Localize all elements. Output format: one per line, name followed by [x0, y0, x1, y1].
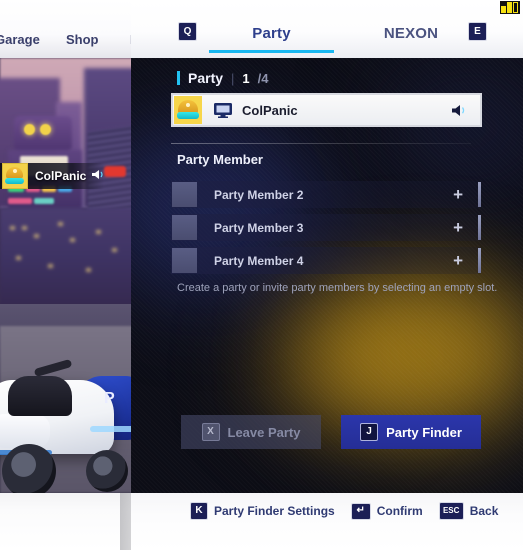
- slot-edge-marker: [478, 182, 481, 207]
- enter-key-icon: ↵: [350, 502, 371, 520]
- party-leader-row[interactable]: ColPanic: [171, 93, 482, 127]
- tab-nexon-label: NEXON: [383, 24, 439, 42]
- hotkey-back[interactable]: ESC Back: [438, 502, 499, 520]
- tab-party-label: Party: [252, 24, 291, 42]
- key-hint-e: E: [468, 22, 487, 41]
- party-slot-label: Party Member 4: [214, 253, 304, 268]
- scene-neon: [8, 198, 32, 204]
- scene-mascot-eye: [24, 124, 35, 135]
- party-hint-text: Create a party or invite party members b…: [177, 282, 498, 294]
- section-accent-bar: [177, 71, 180, 85]
- party-slot-3[interactable]: Party Member 3 +: [171, 214, 481, 241]
- kart-wheel: [2, 444, 56, 493]
- panel-tabs: Q Party NEXON E: [131, 18, 523, 58]
- party-count-total: /4: [257, 70, 269, 86]
- key-hint-x: X: [201, 423, 220, 441]
- section-title: Party: [188, 70, 224, 86]
- party-slot-4[interactable]: Party Member 4 +: [171, 247, 481, 274]
- key-hint-q: Q: [178, 22, 197, 41]
- kart-nose: [0, 414, 50, 448]
- helmet-avatar-icon: [2, 163, 28, 189]
- party-slot-label: Party Member 3: [214, 220, 304, 235]
- party-slot-2[interactable]: Party Member 2 +: [171, 181, 481, 208]
- plus-icon[interactable]: +: [453, 219, 463, 236]
- party-section-header: Party | 1/4: [177, 70, 269, 86]
- kart-decal: P: [104, 390, 115, 407]
- active-tab-underline: [209, 50, 334, 53]
- section-separator: |: [231, 70, 235, 86]
- leave-party-button[interactable]: X Leave Party: [181, 415, 321, 449]
- plus-icon[interactable]: +: [453, 186, 463, 203]
- scene-tower-light: [104, 166, 126, 177]
- hotkey-bar: K Party Finder Settings ↵ Confirm ESC Ba…: [0, 493, 523, 550]
- scene-city: [0, 208, 140, 308]
- tab-nexon[interactable]: NEXON: [351, 18, 471, 48]
- panel-button-row: X Leave Party J Party Finder: [181, 415, 481, 449]
- party-panel: Q Party NEXON E Party | 1/4 ColPanic Par…: [131, 0, 523, 550]
- slot-edge-marker: [478, 248, 481, 273]
- nav-item-shop[interactable]: Shop: [66, 32, 99, 47]
- hotkey-label: Confirm: [376, 504, 423, 518]
- key-hint-j: J: [360, 423, 379, 441]
- nav-item-garage[interactable]: Garage: [0, 32, 40, 47]
- tab-party[interactable]: Party: [209, 18, 334, 48]
- empty-avatar-placeholder: [172, 248, 197, 273]
- hotkey-label: Back: [469, 504, 499, 518]
- party-member-heading: Party Member: [177, 152, 263, 167]
- hotkey-party-finder-settings[interactable]: K Party Finder Settings: [190, 502, 335, 520]
- helmet-avatar-icon: [174, 96, 202, 124]
- player-name-badge: ColPanic: [0, 163, 104, 189]
- empty-avatar-placeholder: [172, 182, 197, 207]
- panel-body: Party | 1/4 ColPanic Party Member Party …: [131, 58, 523, 493]
- party-count-current: 1: [242, 70, 250, 86]
- hotkey-items: K Party Finder Settings ↵ Confirm ESC Ba…: [190, 502, 498, 520]
- slot-edge-marker: [478, 215, 481, 240]
- kart-cockpit: [8, 376, 72, 416]
- party-leader-name: ColPanic: [242, 102, 298, 118]
- empty-avatar-placeholder: [172, 215, 197, 240]
- game-scene: P: [0, 58, 140, 493]
- signal-indicator-icon: [500, 1, 520, 14]
- key-hint-k: K: [190, 502, 208, 520]
- kart-wheel: [86, 450, 128, 492]
- scene-mascot-eye: [40, 124, 51, 135]
- party-slot-label: Party Member 2: [214, 187, 304, 202]
- section-divider: [171, 143, 471, 144]
- hotkey-label: Party Finder Settings: [214, 504, 335, 518]
- hotkey-confirm[interactable]: ↵ Confirm: [350, 502, 423, 520]
- player-name-label: ColPanic: [35, 169, 87, 183]
- plus-icon[interactable]: +: [453, 252, 463, 269]
- speaker-icon[interactable]: [452, 104, 468, 122]
- speaker-icon: [92, 167, 105, 185]
- party-finder-button[interactable]: J Party Finder: [341, 415, 481, 449]
- game-screen: Garage Shop M: [0, 0, 523, 550]
- panel-header: Q Party NEXON E: [131, 0, 523, 58]
- party-finder-label: Party Finder: [386, 424, 462, 440]
- monitor-icon: [214, 102, 232, 118]
- leave-party-label: Leave Party: [227, 424, 301, 440]
- scene-neon: [34, 198, 54, 204]
- key-hint-esc: ESC: [438, 502, 464, 520]
